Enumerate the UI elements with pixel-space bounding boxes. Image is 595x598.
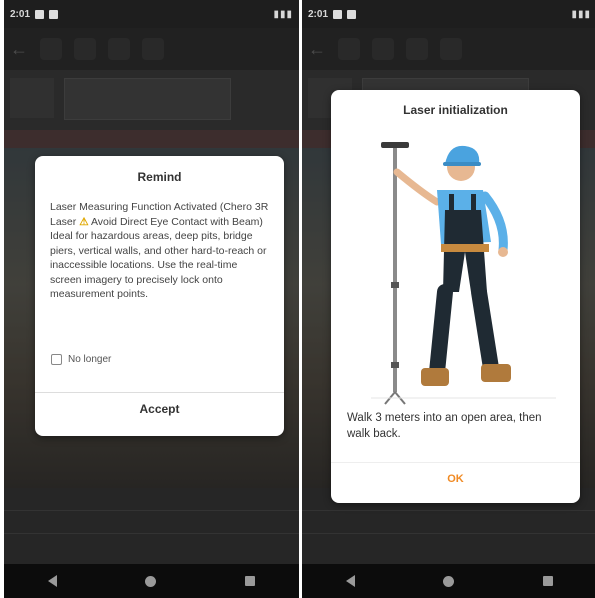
checkbox-label: No longer — [68, 354, 112, 365]
nav-back-icon[interactable] — [346, 575, 356, 587]
checkbox-box[interactable] — [51, 354, 62, 365]
accept-button[interactable]: Accept — [35, 402, 284, 416]
signal-battery-icon: ▮▮▮ — [571, 8, 591, 20]
status-time: 2:01 — [10, 8, 31, 20]
nav-recent-icon[interactable] — [542, 576, 553, 586]
nav-recent-icon[interactable] — [244, 576, 255, 586]
left-phone-screen: 2:01 ▮▮▮ ← Remind Laser Measuring Functi… — [4, 0, 299, 598]
laser-init-dialog: Laser initialization Walk 3 meters into … — [331, 90, 580, 503]
signal-battery-icon: ▮▮▮ — [273, 8, 293, 20]
no-longer-checkbox[interactable]: No longer — [51, 354, 111, 365]
notification-icon — [333, 9, 343, 19]
dialog-title: Laser initialization — [403, 103, 508, 117]
instruction-text: Walk 3 meters into an open area, then wa… — [347, 412, 542, 440]
notification-icon — [347, 9, 357, 19]
status-time: 2:01 — [308, 8, 329, 20]
nav-back-icon[interactable] — [48, 575, 58, 587]
dialog-title: Remind — [137, 170, 182, 184]
notification-icon — [35, 9, 45, 19]
ok-button[interactable]: OK — [331, 473, 580, 485]
android-nav-bar — [302, 564, 595, 598]
notification-icon — [49, 9, 59, 19]
android-nav-bar — [4, 564, 299, 598]
nav-home-icon[interactable] — [443, 575, 455, 587]
warning-icon: ⚠ — [79, 215, 89, 228]
status-bar: 2:01 ▮▮▮ — [302, 0, 595, 28]
right-phone-screen: 2:01 ▮▮▮ ← Laser initialization Walk 3 m… — [302, 0, 595, 598]
nav-home-icon[interactable] — [145, 575, 157, 587]
worker-with-pole-illustration — [371, 142, 556, 405]
dialog-message: Laser Measuring Function Activated (Cher… — [50, 201, 269, 300]
remind-dialog: Remind Laser Measuring Function Activate… — [35, 156, 284, 436]
divider — [35, 392, 284, 393]
divider — [331, 462, 580, 463]
status-bar: 2:01 ▮▮▮ — [4, 0, 299, 28]
